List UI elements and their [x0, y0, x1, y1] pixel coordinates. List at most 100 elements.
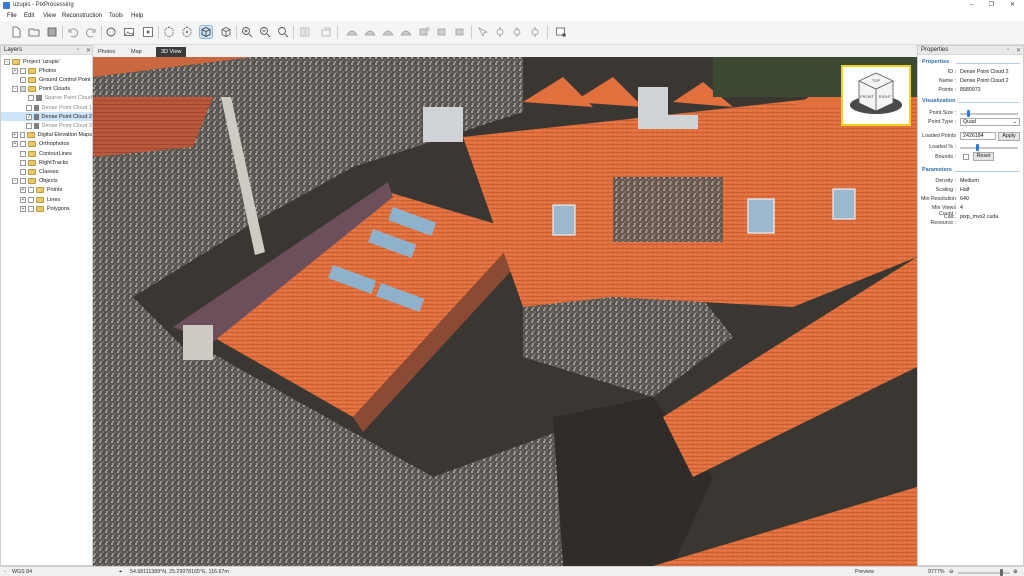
- layer-item[interactable]: -Point Clouds: [1, 85, 92, 94]
- layer-item[interactable]: +Polygons: [1, 204, 92, 213]
- layer-item[interactable]: -Project 'uzupis': [1, 57, 92, 66]
- layer-checkbox[interactable]: [28, 206, 34, 212]
- measure-point-icon[interactable]: [494, 26, 506, 38]
- settings-icon[interactable]: [555, 26, 567, 38]
- expand-icon[interactable]: +: [12, 132, 18, 138]
- image-icon[interactable]: [123, 26, 135, 38]
- zoom-out-icon[interactable]: [259, 26, 271, 38]
- collapse-icon[interactable]: -: [12, 86, 18, 92]
- tab-3d-view[interactable]: 3D View: [156, 47, 186, 57]
- layer-item[interactable]: -Objects: [1, 177, 92, 186]
- layer-item[interactable]: ✓Dense Point Cloud 2: [1, 112, 92, 121]
- layer-checkbox[interactable]: [20, 169, 26, 175]
- save-icon[interactable]: [46, 26, 58, 38]
- 3d-viewport[interactable]: TOP FRONT RIGHT: [93, 57, 917, 566]
- zoom-slider-thumb[interactable]: [1000, 569, 1003, 576]
- undo-icon[interactable]: [67, 26, 79, 38]
- layer-checkbox[interactable]: [28, 187, 34, 193]
- zoom-fit-icon[interactable]: [277, 26, 289, 38]
- layer-checkbox[interactable]: [20, 132, 26, 138]
- layer-item[interactable]: ContourLines: [1, 149, 92, 158]
- loaded-percent-slider-thumb[interactable]: [976, 144, 979, 151]
- loaded-points-input[interactable]: 2426184: [960, 132, 996, 140]
- ortho-icon[interactable]: [400, 26, 412, 38]
- layer-checkbox[interactable]: [28, 95, 34, 101]
- layer-item[interactable]: Sparse Point Cloud: [1, 94, 92, 103]
- expand-icon[interactable]: +: [20, 197, 26, 203]
- point-size-slider-thumb[interactable]: [967, 110, 970, 117]
- expand-icon[interactable]: +: [12, 141, 18, 147]
- layer-checkbox[interactable]: [20, 68, 26, 74]
- menu-file[interactable]: File: [7, 13, 17, 19]
- mesh-icon[interactable]: [346, 26, 358, 38]
- select-mode-icon[interactable]: [163, 26, 175, 38]
- menu-help[interactable]: Help: [131, 13, 143, 19]
- layer-checkbox[interactable]: [20, 86, 26, 92]
- texture-icon[interactable]: [382, 26, 394, 38]
- dem-icon[interactable]: [364, 26, 376, 38]
- collapse-icon[interactable]: -: [12, 178, 18, 184]
- layer-checkbox[interactable]: [20, 77, 26, 83]
- open-folder-icon[interactable]: [28, 26, 40, 38]
- layers-stack-icon[interactable]: [320, 26, 332, 38]
- layer-item[interactable]: +Digital Elevation Maps: [1, 131, 92, 140]
- batch-icon[interactable]: [454, 26, 466, 38]
- layer-checkbox[interactable]: [20, 160, 26, 166]
- maximize-button[interactable]: ❐: [987, 1, 996, 10]
- menu-view[interactable]: View: [43, 13, 56, 19]
- layer-checkbox[interactable]: [20, 151, 26, 157]
- apply-button[interactable]: Apply: [998, 132, 1020, 141]
- menu-edit[interactable]: Edit: [24, 13, 34, 19]
- zoom-out-icon[interactable]: ⊖: [949, 569, 953, 575]
- tab-map[interactable]: Map: [126, 47, 147, 57]
- align-icon[interactable]: [299, 26, 311, 38]
- layer-item[interactable]: RightTracks: [1, 158, 92, 167]
- minimize-button[interactable]: –: [967, 1, 976, 10]
- redo-icon[interactable]: [85, 26, 97, 38]
- zoom-in-icon[interactable]: [241, 26, 253, 38]
- bounds-checkbox[interactable]: [963, 154, 969, 160]
- point-type-select[interactable]: Quad ⌄: [960, 118, 1020, 126]
- pin-icon[interactable]: ▫: [1007, 47, 1009, 53]
- panel-close-icon[interactable]: ✕: [1016, 47, 1021, 54]
- navigation-cube[interactable]: TOP FRONT RIGHT: [841, 65, 911, 126]
- layer-item[interactable]: +Points: [1, 186, 92, 195]
- layer-item[interactable]: +Lines: [1, 195, 92, 204]
- reconstruct-icon[interactable]: [105, 26, 117, 38]
- measure-area-icon[interactable]: [529, 26, 541, 38]
- expand-icon[interactable]: +: [20, 187, 26, 193]
- layer-item[interactable]: Dense Point Cloud 3: [1, 121, 92, 130]
- layer-checkbox[interactable]: [20, 141, 26, 147]
- reset-button[interactable]: Reset: [973, 152, 994, 161]
- menu-reconstruction[interactable]: Reconstruction: [62, 13, 102, 19]
- pin-icon[interactable]: ▫: [77, 47, 79, 53]
- panel-close-icon[interactable]: ✕: [86, 47, 91, 54]
- loaded-percent-slider[interactable]: [960, 147, 1018, 149]
- cube-view-icon[interactable]: [200, 26, 212, 38]
- layer-item[interactable]: Ground Control Point: [1, 75, 92, 84]
- layer-item[interactable]: Dense Point Cloud 1: [1, 103, 92, 112]
- layer-checkbox[interactable]: [26, 123, 31, 129]
- box-icon[interactable]: [220, 26, 232, 38]
- layer-checkbox[interactable]: [26, 105, 31, 111]
- layer-checkbox[interactable]: [28, 197, 34, 203]
- close-button[interactable]: ✕: [1008, 1, 1017, 10]
- expand-icon[interactable]: +: [20, 206, 26, 212]
- collapse-icon[interactable]: -: [4, 59, 10, 65]
- rotate-mode-icon[interactable]: [181, 26, 193, 38]
- layer-item[interactable]: +Orthophotos: [1, 140, 92, 149]
- measure-line-icon[interactable]: [511, 26, 523, 38]
- report-icon[interactable]: [436, 26, 448, 38]
- expand-icon[interactable]: +: [12, 68, 18, 74]
- menu-tools[interactable]: Tools: [109, 13, 123, 19]
- tab-photos[interactable]: Photos: [93, 47, 120, 57]
- layer-checkbox[interactable]: ✓: [26, 114, 32, 120]
- layer-item[interactable]: +Photos: [1, 66, 92, 75]
- layer-item[interactable]: Classes: [1, 167, 92, 176]
- new-file-icon[interactable]: [10, 26, 22, 38]
- play-icon[interactable]: [142, 26, 154, 38]
- pick-point-icon[interactable]: [477, 26, 489, 38]
- zoom-in-icon[interactable]: ⊕: [1013, 569, 1017, 575]
- export-icon[interactable]: [418, 26, 430, 38]
- layer-checkbox[interactable]: [20, 178, 26, 184]
